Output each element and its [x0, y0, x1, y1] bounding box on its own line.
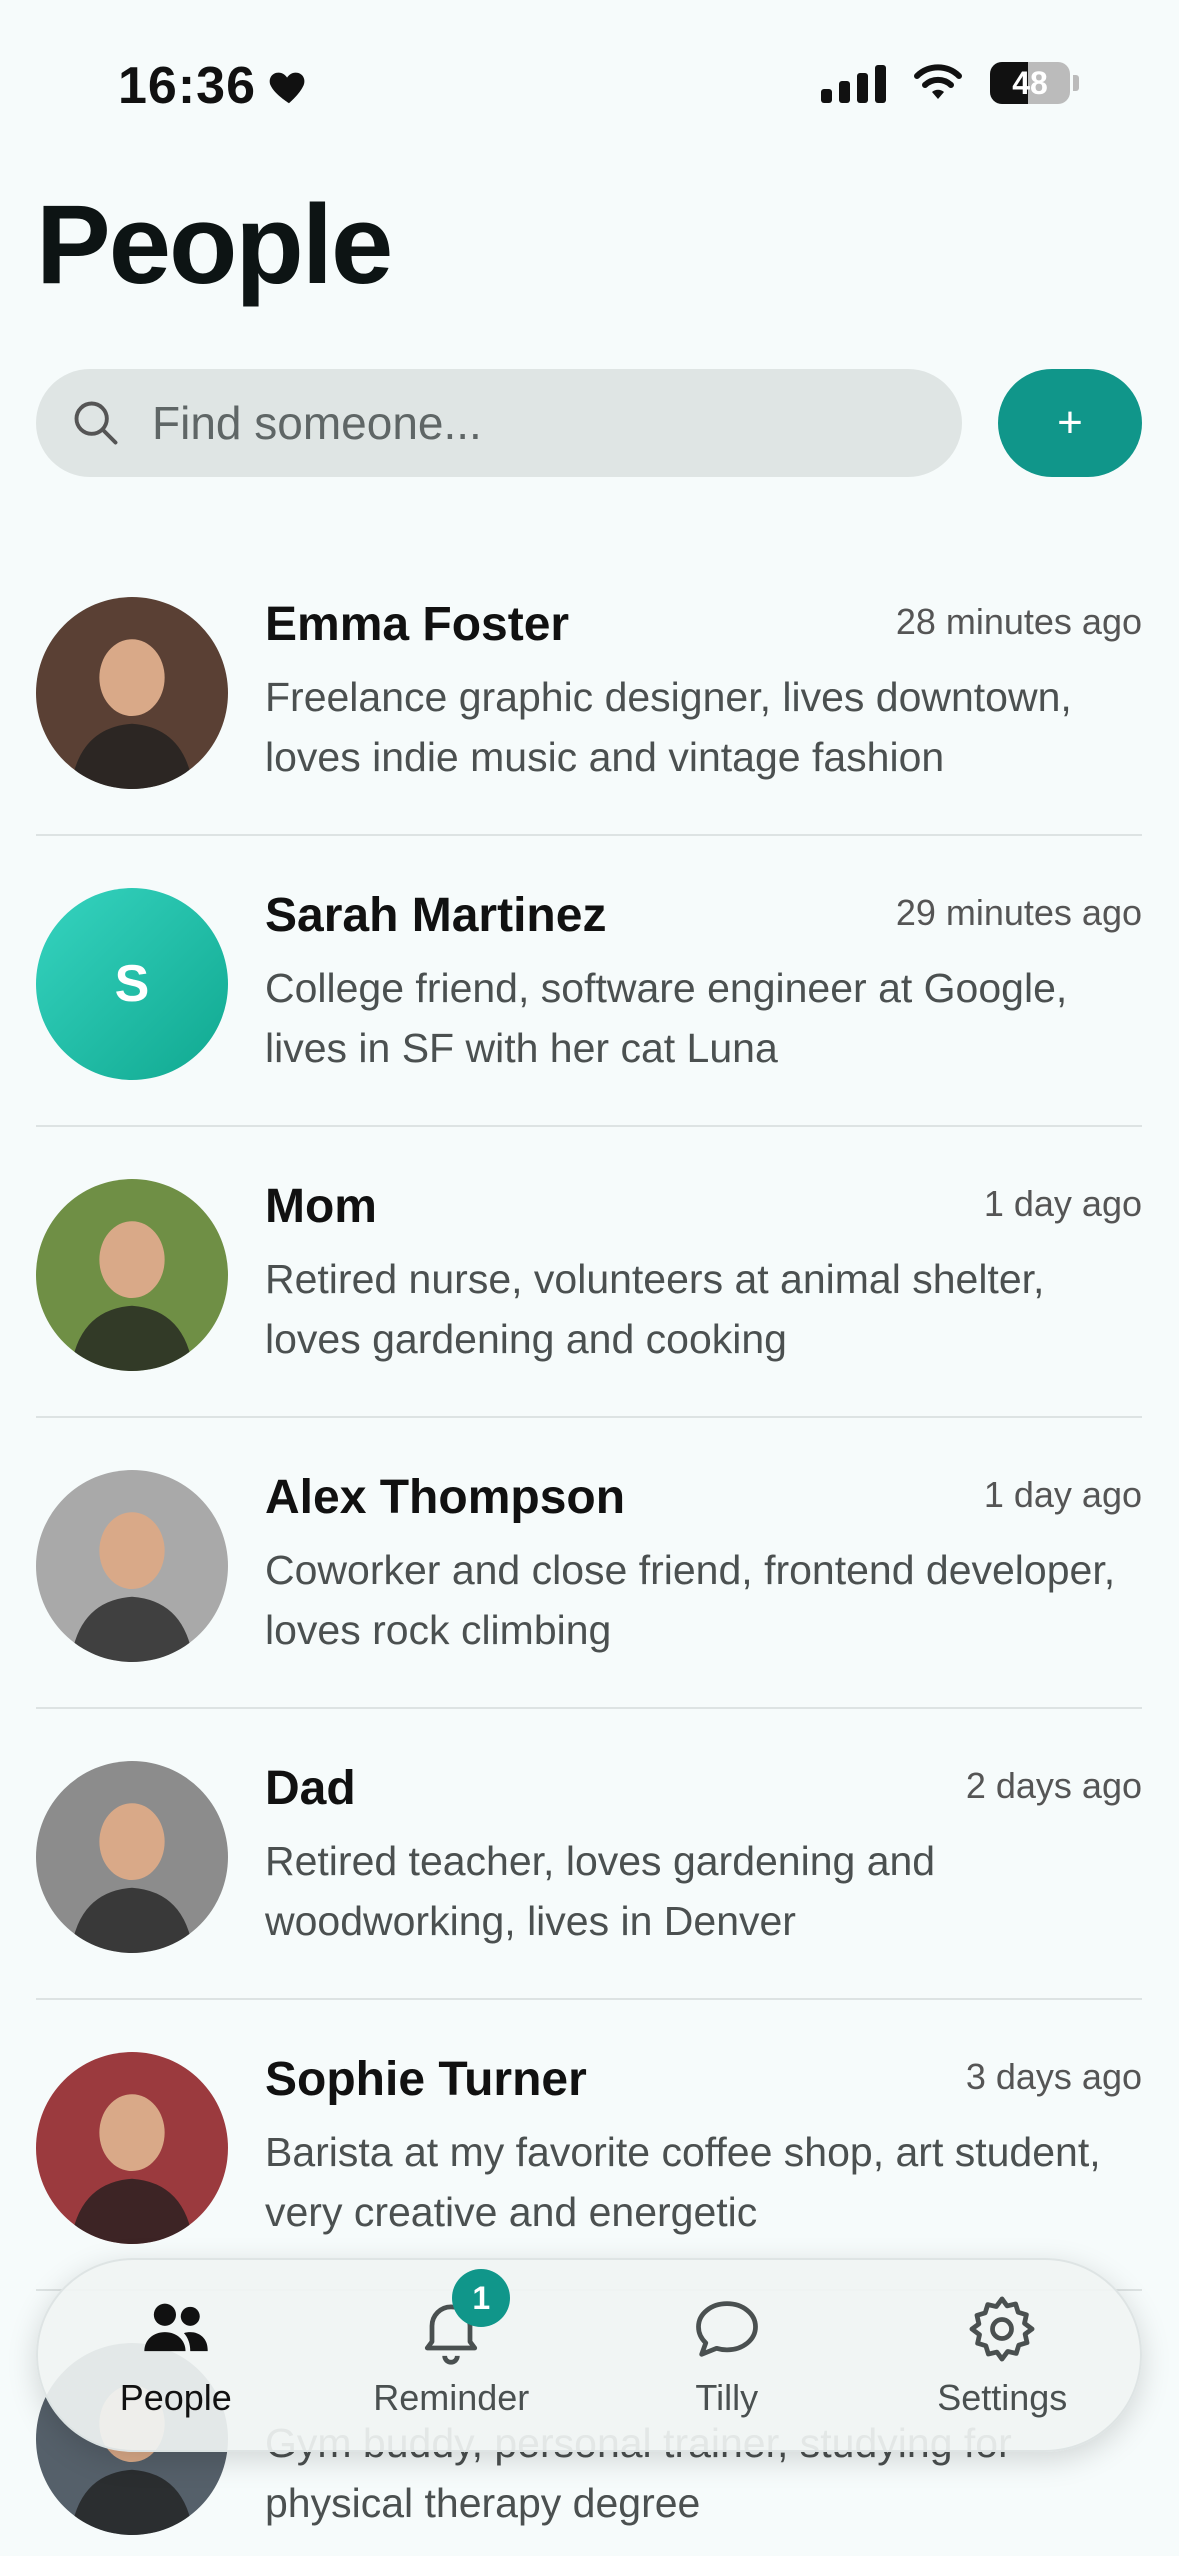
person-name: Emma Foster: [265, 598, 570, 651]
cellular-signal-icon: [821, 63, 886, 103]
person-row[interactable]: Mom 1 day ago Retired nurse, volunteers at…: [36, 1127, 1142, 1418]
avatar: [36, 1179, 228, 1371]
tab-label: Reminder: [373, 2377, 530, 2418]
person-row[interactable]: S Sarah Martinez 29 minutes ago College fri…: [36, 836, 1142, 1127]
avatar: [36, 2052, 228, 2244]
last-contact-time: 1 day ago: [983, 1183, 1142, 1224]
status-indicators: 48: [821, 62, 1079, 104]
battery-icon: 48: [990, 62, 1070, 104]
chat-bubble-icon: [695, 2301, 758, 2357]
avatar-photo: [36, 1761, 228, 1953]
tab-label: People: [119, 2377, 232, 2418]
tab-label: Settings: [937, 2377, 1068, 2418]
status-time: 16:36: [118, 56, 312, 116]
people-icon: [144, 2303, 208, 2352]
last-contact-time: 3 days ago: [965, 2056, 1142, 2097]
avatar-photo: [36, 597, 228, 789]
avatar-photo: [36, 2052, 228, 2244]
person-description: Barista at my favorite coffee shop, art …: [265, 2129, 1101, 2235]
avatar: [36, 597, 228, 789]
add-person-button[interactable]: +: [998, 369, 1142, 477]
person-row[interactable]: Alex Thompson 1 day ago Coworker and close…: [36, 1418, 1142, 1709]
person-description: Coworker and close friend, frontend deve…: [265, 1547, 1116, 1653]
page-title: People: [36, 182, 393, 307]
person-description: College friend, software engineer at Goo…: [265, 965, 1068, 1071]
avatar: [36, 1470, 228, 1662]
search-input[interactable]: [152, 396, 932, 450]
person-row[interactable]: Dad 2 days ago Retired teacher, loves gard…: [36, 1709, 1142, 2000]
person-row[interactable]: Emma Foster 28 minutes ago Freelance graph…: [36, 545, 1142, 836]
people-list: Emma Foster 28 minutes ago Freelance graph…: [36, 545, 1142, 2556]
tab-reminder[interactable]: 1 Reminder: [326, 2269, 576, 2419]
person-name: Sophie Turner: [265, 2053, 587, 2106]
last-contact-time: 2 days ago: [965, 1765, 1142, 1806]
person-name: Dad: [265, 1762, 356, 1815]
last-contact-time: 28 minutes ago: [895, 601, 1142, 642]
search-bar[interactable]: [36, 369, 962, 477]
notification-badge: 1: [452, 2269, 511, 2327]
person-description: Retired teacher, loves gardening and woo…: [265, 1838, 936, 1944]
wifi-icon: [914, 64, 962, 99]
person-row[interactable]: Sophie Turner 3 days ago Barista at my fav…: [36, 2000, 1142, 2291]
avatar-photo: [36, 1470, 228, 1662]
tab-settings[interactable]: Settings: [877, 2291, 1127, 2419]
person-name: Mom: [265, 1180, 377, 1233]
avatar: [36, 1761, 228, 1953]
person-name: Alex Thompson: [265, 1471, 626, 1524]
tab-tilly[interactable]: Tilly: [602, 2291, 852, 2419]
last-contact-time: 1 day ago: [983, 1474, 1142, 1515]
search-icon: [74, 401, 118, 445]
gear-icon: [969, 2296, 1035, 2362]
person-name: Sarah Martinez: [265, 889, 607, 942]
avatar-photo: [36, 1179, 228, 1371]
tab-people[interactable]: People: [51, 2291, 301, 2419]
heart-icon: [269, 72, 305, 104]
battery-percentage: 48: [1012, 64, 1048, 101]
last-contact-time: 29 minutes ago: [895, 892, 1142, 933]
avatar: S: [36, 888, 228, 1080]
avatar-initial: S: [114, 955, 150, 1013]
tab-label: Tilly: [695, 2377, 759, 2418]
person-description: Freelance graphic designer, lives downto…: [265, 674, 1072, 780]
status-bar: 16:36 48: [0, 0, 1179, 150]
person-description: Retired nurse, volunteers at animal shel…: [265, 1256, 1045, 1362]
status-time-text: 16:36: [118, 57, 256, 115]
tab-bar: People 1 Reminder Tilly Settings: [36, 2258, 1142, 2452]
